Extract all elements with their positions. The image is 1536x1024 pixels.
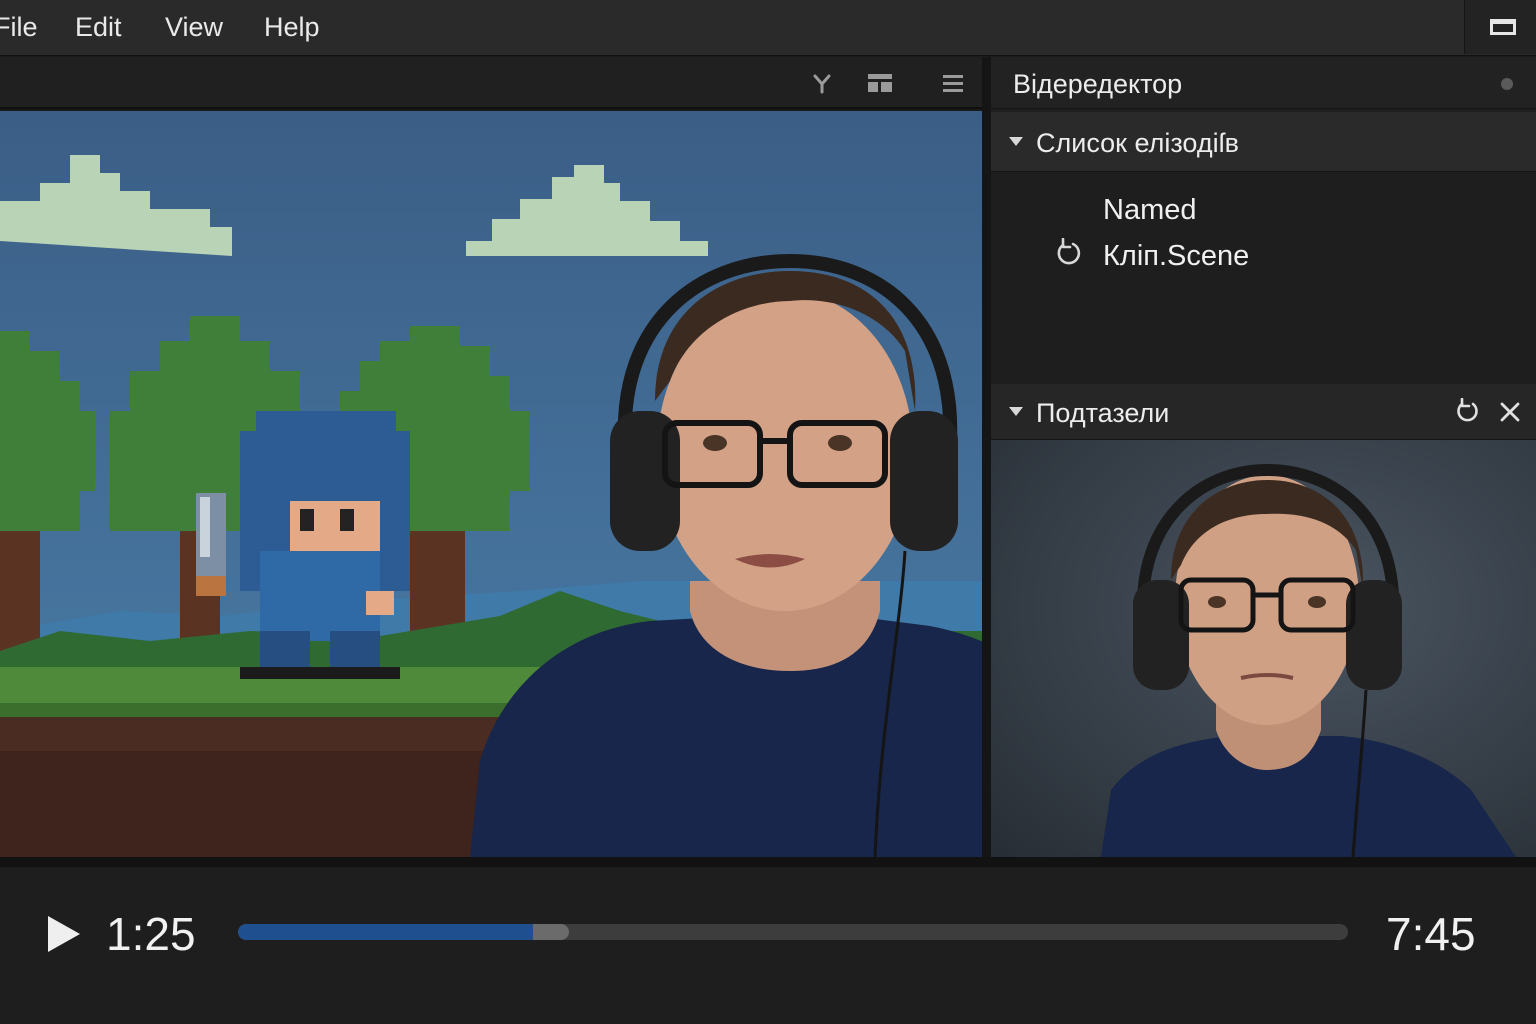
layout-icon[interactable]	[866, 69, 894, 97]
video-preview[interactable]	[0, 111, 982, 857]
playback-progress	[238, 924, 534, 940]
close-icon[interactable]	[1496, 398, 1524, 426]
refresh-icon	[1057, 238, 1081, 265]
timeline-scrubber[interactable]	[238, 924, 1348, 940]
panel-divider[interactable]	[982, 57, 991, 857]
menu-file[interactable]: File	[0, 12, 38, 43]
list-item[interactable]: Кліп.Scene	[991, 230, 1536, 276]
restore-icon	[1490, 19, 1516, 35]
total-time: 7:45	[1386, 908, 1476, 960]
panel-title-bar: Відередектор	[991, 57, 1536, 109]
current-time: 1:25	[106, 908, 196, 960]
transport-divider	[0, 857, 1536, 867]
subpanel-title: Подтазели	[1036, 398, 1170, 428]
menu-help[interactable]: Help	[264, 12, 320, 43]
episode-list: Named Кліп.Scene	[991, 172, 1536, 385]
transport-bar: 1:25 7:45	[0, 867, 1536, 1024]
menu-edit[interactable]: Edit	[75, 12, 122, 43]
menubar: File Edit View Help	[0, 0, 1536, 56]
list-item-label: Кліп.Scene	[1103, 240, 1250, 272]
webcam-preview[interactable]	[991, 440, 1536, 857]
menu-icon[interactable]	[939, 69, 967, 97]
video-editor-panel: Відередектор Слисок елізодіſв Named Кліп…	[991, 57, 1536, 857]
episode-list-header[interactable]: Слисок елізодіſв	[991, 112, 1536, 172]
list-item-label: Named	[1103, 194, 1197, 226]
refresh-icon[interactable]	[1454, 398, 1482, 426]
play-icon[interactable]	[44, 913, 84, 955]
filter-icon[interactable]	[808, 69, 836, 97]
collapse-triangle-icon[interactable]	[1009, 137, 1023, 146]
webcam-frame	[991, 440, 1536, 857]
viewer-toolbar	[0, 57, 985, 109]
video-frame	[0, 111, 982, 857]
episode-list-title: Слисок елізодіſв	[1036, 128, 1239, 158]
subpanel-header[interactable]: Подтазели	[991, 384, 1536, 440]
panel-title: Відередектор	[1013, 69, 1183, 99]
menu-view[interactable]: View	[165, 12, 223, 43]
status-dot-icon	[1501, 78, 1513, 90]
collapse-triangle-icon[interactable]	[1009, 407, 1023, 416]
window-restore-button[interactable]	[1464, 0, 1536, 54]
list-item[interactable]: Named	[991, 184, 1536, 230]
